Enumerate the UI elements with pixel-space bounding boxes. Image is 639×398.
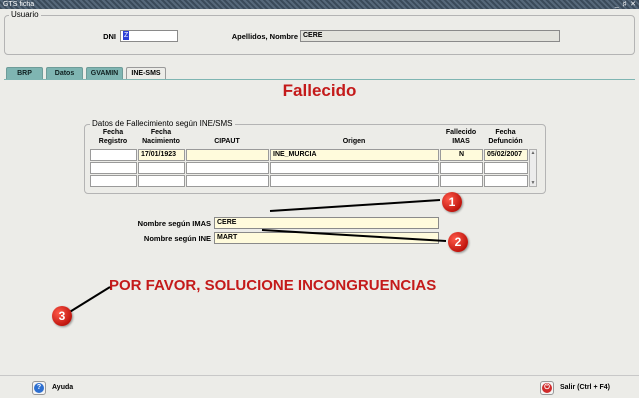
col-header-fecha-registro: Fecha Registro bbox=[98, 129, 128, 145]
exit-button[interactable]: ⏻ Salir (Ctrl + F4) bbox=[540, 379, 610, 396]
exit-label: Salir (Ctrl + F4) bbox=[560, 384, 610, 391]
window-title: GTS ficha bbox=[3, 1, 35, 8]
nombre-imas-label: Nombre según IMAS bbox=[137, 219, 211, 228]
window-titlebar: GTS ficha _ ♯ ✕ bbox=[0, 0, 639, 9]
tab-datos[interactable]: Datos bbox=[46, 67, 83, 79]
marker-2-icon: 2 bbox=[448, 232, 468, 252]
cell-origen[interactable] bbox=[270, 162, 439, 174]
dni-value: Z bbox=[123, 31, 130, 40]
window-controls[interactable]: _ ♯ ✕ bbox=[615, 0, 637, 9]
tab-brp[interactable]: BRP bbox=[6, 67, 43, 79]
cell-fecha-nacimiento[interactable] bbox=[138, 162, 185, 174]
help-label: Ayuda bbox=[52, 384, 74, 391]
cell-cipaut[interactable] bbox=[186, 149, 269, 161]
cell-cipaut[interactable] bbox=[186, 175, 269, 187]
apellidos-field[interactable]: CERE bbox=[300, 30, 560, 42]
bottom-toolbar: ? Ayuda ⏻ Salir (Ctrl + F4) bbox=[0, 375, 639, 398]
cell-fecha-registro[interactable] bbox=[90, 149, 137, 161]
cell-fecha-defuncion[interactable]: 05/02/2007 bbox=[484, 149, 528, 161]
exit-icon: ⏻ bbox=[540, 380, 554, 395]
cell-fallecido-imas[interactable] bbox=[440, 175, 483, 187]
nombre-ine-label: Nombre según INE bbox=[143, 234, 211, 243]
nombre-imas-field[interactable]: CERE bbox=[214, 217, 439, 229]
tab-ine-sms[interactable]: INE-SMS bbox=[126, 67, 166, 79]
fallecido-heading: Fallecido bbox=[282, 81, 357, 100]
cell-fecha-registro[interactable] bbox=[90, 162, 137, 174]
col-header-fecha-nacimiento: Fecha Nacimiento bbox=[142, 129, 180, 145]
cell-fallecido-imas[interactable] bbox=[440, 162, 483, 174]
cell-fecha-defuncion[interactable] bbox=[484, 175, 528, 187]
warning-message: POR FAVOR, SOLUCIONE INCONGRUENCIAS bbox=[109, 277, 437, 294]
marker-3-icon: 3 bbox=[52, 306, 72, 326]
apellidos-label: Apellidos, Nombre bbox=[231, 32, 298, 41]
cell-cipaut[interactable] bbox=[186, 162, 269, 174]
cell-fecha-nacimiento[interactable] bbox=[138, 175, 185, 187]
cell-origen[interactable]: INE_MURCIA bbox=[270, 149, 439, 161]
ine-sms-panel: Fallecido Datos de Fallecimiento según I… bbox=[4, 79, 635, 375]
cell-fecha-registro[interactable] bbox=[90, 175, 137, 187]
fallecimiento-group-label: Datos de Fallecimiento según INE/SMS bbox=[90, 119, 235, 128]
col-header-cipaut: CIPAUT bbox=[214, 138, 240, 145]
cell-fecha-defuncion[interactable] bbox=[484, 162, 528, 174]
tab-gvamin[interactable]: GVAMIN bbox=[86, 67, 123, 79]
usuario-group-label: Usuario bbox=[9, 10, 41, 19]
cell-fallecido-imas[interactable]: N bbox=[440, 149, 483, 161]
main-window: Usuario DNI Z Apellidos, Nombre CERE BRP… bbox=[0, 9, 639, 398]
dni-label: DNI bbox=[103, 32, 116, 41]
scroll-down-icon[interactable]: ▼ bbox=[530, 180, 536, 186]
help-icon: ? bbox=[32, 380, 46, 395]
cell-origen[interactable] bbox=[270, 175, 439, 187]
help-button[interactable]: ? Ayuda bbox=[32, 379, 73, 396]
col-header-fallecido-imas: Fallecido IMAS bbox=[445, 129, 477, 145]
nombre-ine-field[interactable]: MART bbox=[214, 232, 439, 244]
marker-1-icon: 1 bbox=[442, 192, 462, 212]
col-header-fecha-defuncion: Fecha Defunción bbox=[488, 129, 523, 145]
col-header-origen: Origen bbox=[342, 138, 366, 145]
table-scrollbar[interactable]: ▲ ▼ bbox=[529, 149, 537, 187]
dni-input[interactable]: Z bbox=[120, 30, 178, 42]
scroll-up-icon[interactable]: ▲ bbox=[530, 150, 536, 156]
cell-fecha-nacimiento[interactable]: 17/01/1923 bbox=[138, 149, 185, 161]
